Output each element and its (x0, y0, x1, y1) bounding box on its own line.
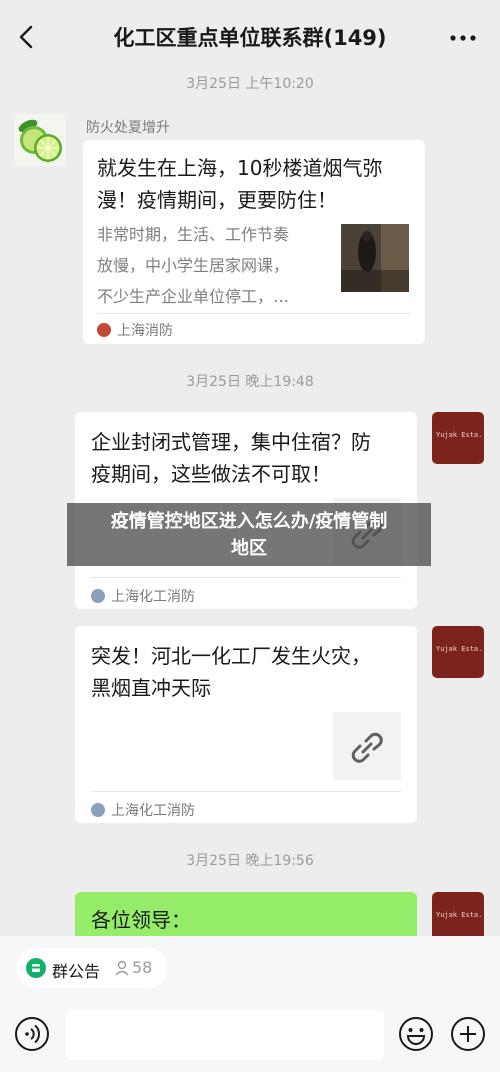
source-logo-icon (91, 803, 105, 817)
article-title-line: 企业封闭式管理，集中住宿？防 (91, 430, 371, 454)
article-title-line: 就发生在上海，10秒楼道烟气弥 (97, 156, 383, 180)
message-timestamp: 3月25日 晚上19:56 (186, 853, 314, 869)
member-count: 58 (132, 958, 153, 977)
article-title-line: 突发！河北一化工厂发生火灾， (91, 644, 371, 668)
sender-avatar[interactable] (14, 114, 66, 166)
message-timestamp: 3月25日 上午10:20 (186, 76, 314, 92)
article-title-line: 疫期间，这些做法不可取！ (91, 462, 331, 486)
emoji-icon[interactable] (398, 1016, 434, 1052)
self-avatar[interactable]: Yujak Esta.. (432, 412, 484, 464)
plus-icon[interactable] (450, 1016, 486, 1052)
caption-overlay: 疫情管控地区进入怎么办/疫情管制 地区 (67, 503, 431, 566)
article-summary-line: 非常时期，生活、工作节奏 (97, 225, 290, 244)
notice-label: 群公告 (52, 962, 101, 981)
card-divider (91, 791, 401, 792)
article-source: 上海化工消防 (91, 586, 195, 606)
card-divider (91, 577, 401, 578)
source-name: 上海化工消防 (111, 589, 195, 605)
voice-input-icon[interactable] (14, 1016, 50, 1052)
link-thumbnail (333, 712, 401, 780)
article-source: 上海消防 (97, 320, 173, 340)
people-icon (115, 960, 129, 976)
message-text: 各位领导： (91, 908, 191, 932)
message-input[interactable] (66, 1010, 384, 1060)
article-card[interactable]: 突发！河北一化工厂发生火灾， 黑烟直冲天际 上海化工消防 (75, 626, 417, 823)
source-logo-icon (97, 323, 111, 337)
article-thumbnail (341, 224, 409, 292)
article-summary-line: 放慢，中小学生居家网课， (97, 256, 290, 275)
back-arrow-icon[interactable] (14, 22, 40, 52)
message-timestamp: 3月25日 晚上19:48 (186, 374, 314, 390)
article-card[interactable]: 就发生在上海，10秒楼道烟气弥 漫！疫情期间，更要防住！ 非常时期，生活、工作节… (83, 140, 425, 344)
caption-line: 地区 (231, 538, 267, 559)
sender-name: 防火处夏增升 (86, 120, 170, 136)
top-bar: 化工区重点单位联系群(149) (0, 0, 500, 72)
chat-title: 化工区重点单位联系群(149) (113, 26, 387, 50)
card-divider (97, 313, 411, 314)
lime-avatar-image (14, 114, 66, 166)
source-logo-icon (91, 589, 105, 603)
more-options-icon[interactable] (446, 24, 480, 52)
article-title-line: 漫！疫情期间，更要防住！ (97, 188, 337, 212)
group-notice-button[interactable]: 群公告 58 (16, 948, 168, 988)
source-name: 上海化工消防 (111, 803, 195, 819)
avatar-text: Yujak Esta.. (436, 645, 484, 653)
avatar-text: Yujak Esta.. (436, 431, 484, 439)
caption-line: 疫情管控地区进入怎么办/疫情管制 (110, 511, 388, 532)
avatar-text: Yujak Esta.. (436, 911, 484, 919)
article-title-line: 黑烟直冲天际 (91, 676, 211, 700)
source-name: 上海消防 (117, 323, 173, 339)
self-avatar[interactable]: Yujak Esta.. (432, 626, 484, 678)
article-summary-line: 不少生产企业单位停工，… (97, 287, 290, 306)
caption-text: 疫情管控地区进入怎么办/疫情管制 地区 (67, 508, 431, 562)
notice-icon (26, 958, 46, 978)
link-icon (351, 732, 383, 763)
article-source: 上海化工消防 (91, 800, 195, 820)
